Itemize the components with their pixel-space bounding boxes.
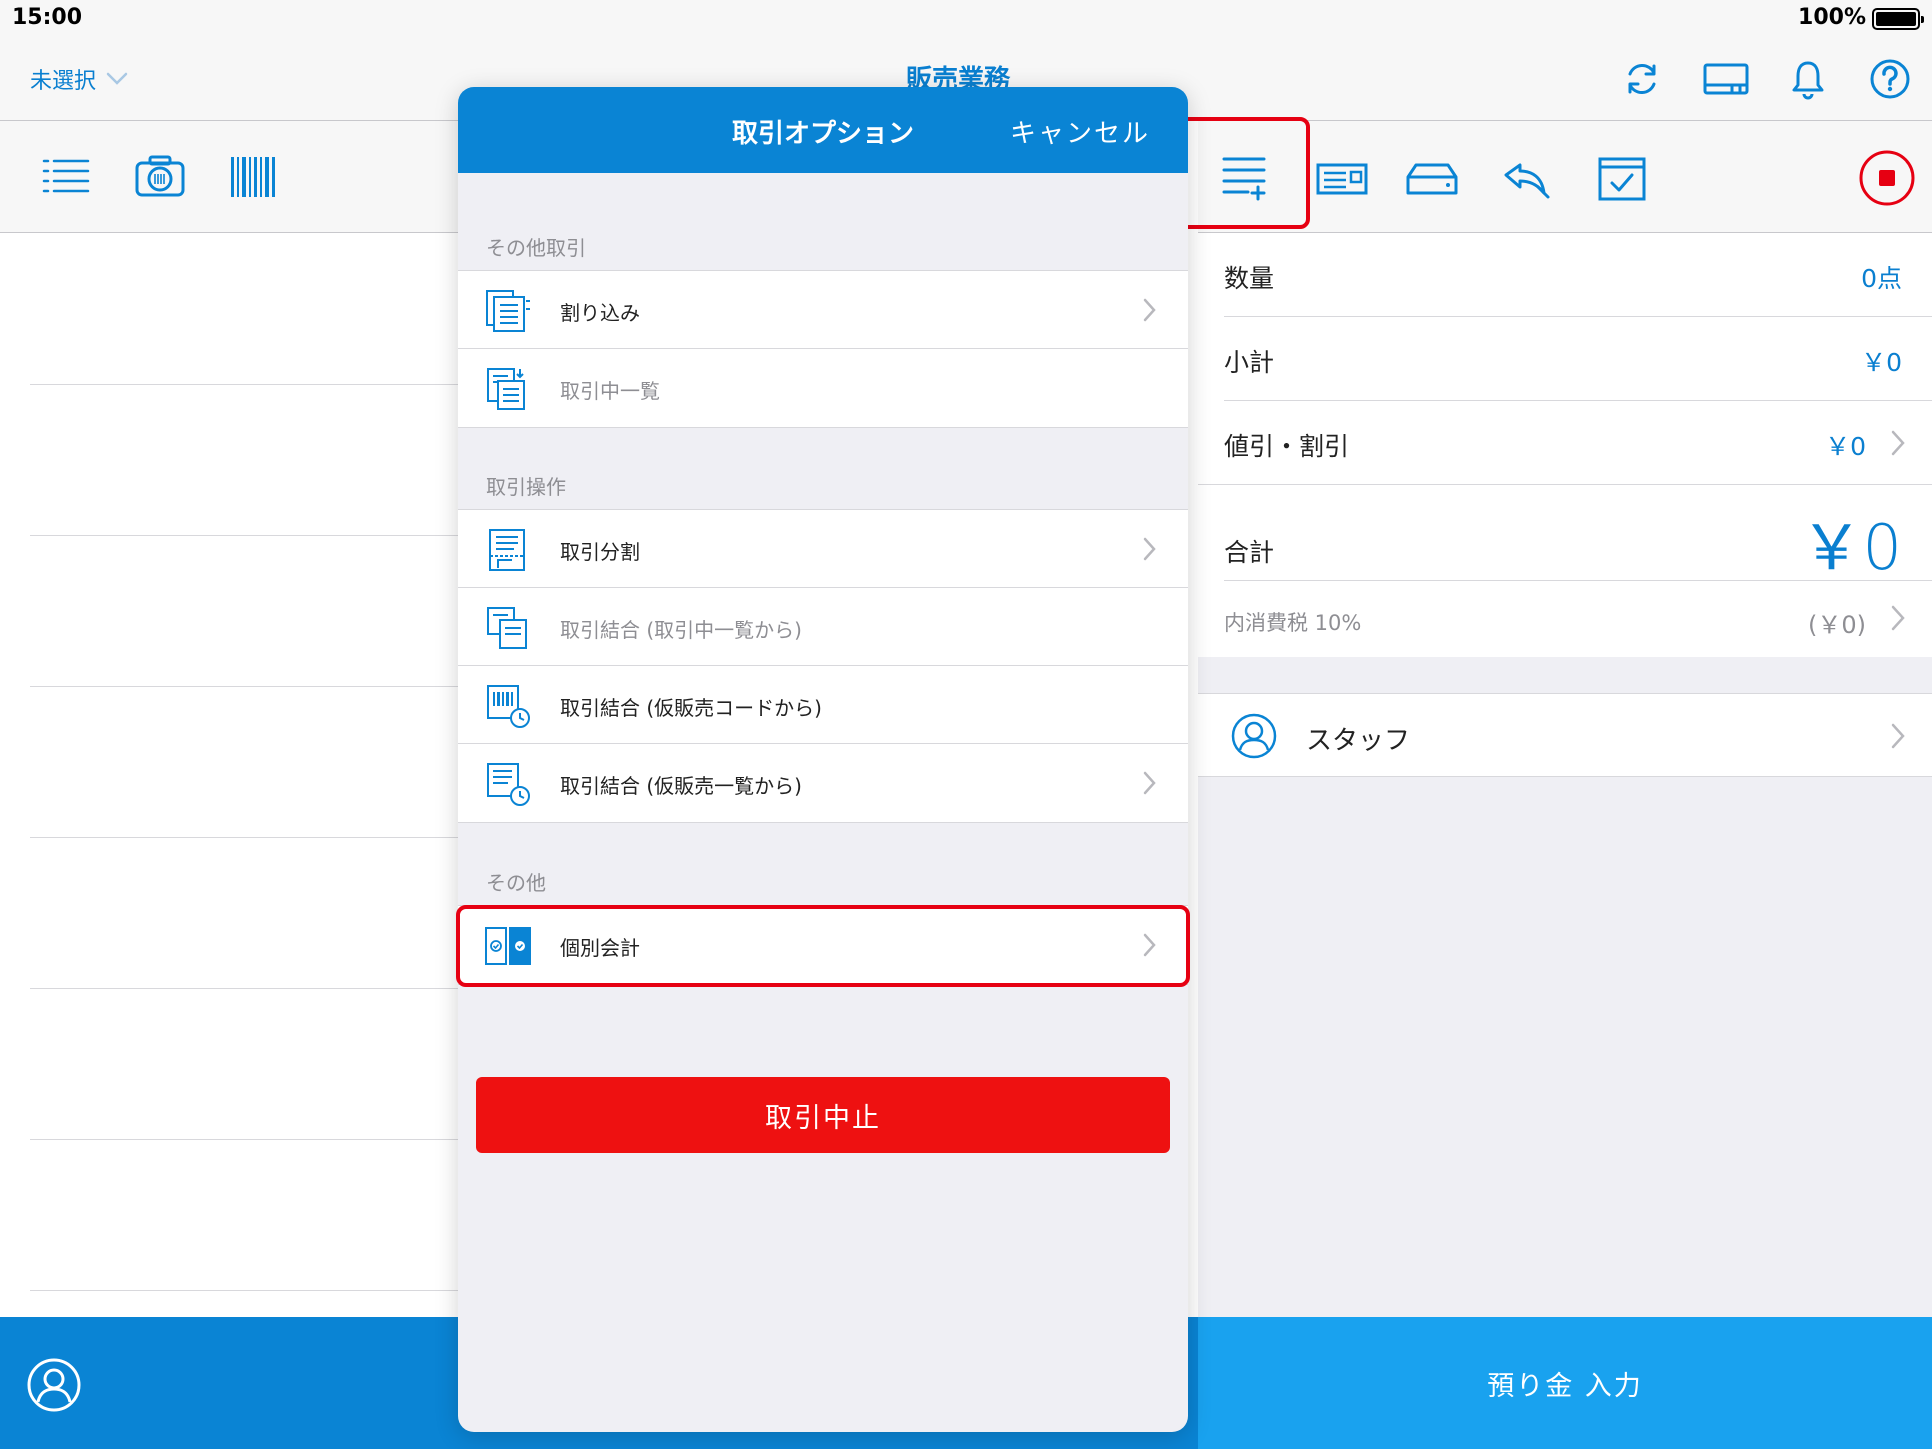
tax-label: 内消費税 10% bbox=[1224, 611, 1362, 635]
cash-drawer-icon[interactable] bbox=[1404, 153, 1460, 205]
menu-item-split[interactable]: 取引分割 bbox=[458, 510, 1188, 588]
list-divider bbox=[30, 384, 458, 385]
transaction-list-icon bbox=[487, 368, 525, 410]
menu-item-label: 取引中一覧 bbox=[560, 379, 660, 403]
menu-item-label: 取引結合 (仮販売コードから) bbox=[560, 696, 822, 720]
menu-item-transaction-list[interactable]: 取引中一覧 bbox=[458, 349, 1188, 427]
camera-scan-icon[interactable] bbox=[134, 151, 186, 203]
menu-item-label: 取引結合 (取引中一覧から) bbox=[560, 618, 802, 642]
battery-icon bbox=[1872, 8, 1924, 30]
menu-item-merge-from-list[interactable]: 取引結合 (取引中一覧から) bbox=[458, 588, 1188, 666]
deposit-input-button[interactable]: 預り金 入力 bbox=[1198, 1317, 1932, 1449]
split-icon bbox=[489, 529, 525, 571]
chevron-right-icon bbox=[1143, 537, 1156, 561]
staff-label: スタッフ bbox=[1306, 726, 1411, 756]
list-icon[interactable] bbox=[40, 151, 92, 203]
left-toolbar bbox=[0, 121, 458, 233]
section-title-transaction-ops: 取引操作 bbox=[486, 475, 566, 499]
menu-group-transaction-ops: 取引分割 取引結合 (取引中一覧から) 取引結合 (仮販売コードから) 取引結合… bbox=[458, 509, 1188, 823]
store-selector[interactable]: 未選択 bbox=[30, 63, 128, 95]
barcode-icon[interactable] bbox=[228, 151, 280, 203]
discount-label: 値引・割引 bbox=[1224, 432, 1350, 461]
total-row: 合計 ￥0 bbox=[1224, 485, 1932, 584]
bell-icon[interactable] bbox=[1786, 57, 1830, 101]
highlight-transaction-options bbox=[1178, 117, 1310, 229]
menu-group-other-transactions: 割り込み 取引中一覧 bbox=[458, 270, 1188, 428]
customer-display-icon[interactable] bbox=[1702, 57, 1750, 101]
subtotal-label: 小計 bbox=[1224, 348, 1275, 377]
stop-transaction-button[interactable]: 取引中止 bbox=[476, 1077, 1170, 1153]
total-label: 合計 bbox=[1224, 538, 1275, 567]
staff-icon bbox=[1231, 713, 1277, 759]
staff-row[interactable]: スタッフ bbox=[1198, 693, 1932, 777]
section-title-other: その他 bbox=[486, 871, 546, 895]
status-bar: 15:00 100% bbox=[0, 0, 1932, 37]
chevron-right-icon bbox=[1891, 723, 1905, 749]
menu-item-merge-from-code[interactable]: 取引結合 (仮販売コードから) bbox=[458, 666, 1188, 744]
transaction-options-modal: 取引オプション キャンセル その他取引 割り込み 取引中一覧 取引操作 取引分割… bbox=[458, 87, 1188, 1432]
list-divider bbox=[30, 1290, 458, 1291]
quantity-row: 数量 0点 bbox=[1224, 233, 1932, 317]
modal-header: 取引オプション キャンセル bbox=[458, 87, 1188, 173]
cancel-button[interactable]: キャンセル bbox=[1010, 113, 1150, 150]
store-selector-label: 未選択 bbox=[30, 69, 97, 94]
total-value: ￥0 bbox=[1800, 511, 1902, 584]
list-divider bbox=[30, 1139, 458, 1140]
tax-value: (￥0) bbox=[1808, 611, 1866, 639]
menu-item-interrupt[interactable]: 割り込み bbox=[458, 271, 1188, 349]
merge-barcode-icon bbox=[487, 685, 530, 728]
interrupt-icon bbox=[486, 290, 530, 332]
quantity-label: 数量 bbox=[1224, 264, 1275, 293]
chevron-right-icon bbox=[1891, 605, 1905, 631]
checkout-summary-panel: 数量 0点 小計 ￥0 値引・割引 ￥0 合計 ￥0 内消費税 10% (￥0)… bbox=[1198, 233, 1932, 1317]
list-divider bbox=[30, 837, 458, 838]
customer-avatar-icon[interactable] bbox=[26, 1357, 82, 1413]
highlight-separate-payment bbox=[456, 905, 1190, 987]
discount-value: ￥0 bbox=[1825, 432, 1866, 461]
chevron-right-icon bbox=[1143, 771, 1156, 795]
merge-icon bbox=[487, 607, 527, 649]
list-divider bbox=[30, 988, 458, 989]
summary-block: 数量 0点 小計 ￥0 値引・割引 ￥0 合計 ￥0 内消費税 10% (￥0) bbox=[1198, 233, 1932, 657]
help-icon[interactable] bbox=[1868, 57, 1912, 101]
item-list bbox=[0, 233, 458, 1317]
merge-list-icon bbox=[487, 763, 530, 806]
discount-row[interactable]: 値引・割引 ￥0 bbox=[1198, 401, 1932, 485]
menu-item-label: 取引分割 bbox=[560, 540, 640, 564]
tax-row[interactable]: 内消費税 10% (￥0) bbox=[1224, 581, 1932, 657]
chevron-down-icon bbox=[106, 72, 128, 85]
menu-item-merge-from-provisional[interactable]: 取引結合 (仮販売一覧から) bbox=[458, 744, 1188, 822]
sync-icon[interactable] bbox=[1620, 57, 1664, 101]
list-divider bbox=[30, 686, 458, 687]
quantity-value: 0点 bbox=[1861, 264, 1902, 293]
chevron-right-icon bbox=[1891, 430, 1905, 456]
receipt-icon[interactable] bbox=[1314, 153, 1370, 205]
battery-percentage: 100% bbox=[1798, 5, 1866, 30]
return-icon[interactable] bbox=[1498, 153, 1554, 205]
list-divider bbox=[30, 535, 458, 536]
section-title-other-transactions: その他取引 bbox=[486, 236, 586, 260]
subtotal-row: 小計 ￥0 bbox=[1224, 317, 1932, 401]
chevron-right-icon bbox=[1143, 298, 1156, 322]
subtotal-value: ￥0 bbox=[1861, 348, 1902, 377]
checklist-icon[interactable] bbox=[1594, 153, 1650, 205]
menu-item-label: 取引結合 (仮販売一覧から) bbox=[560, 774, 802, 798]
stop-recording-icon[interactable] bbox=[1858, 149, 1916, 207]
status-time: 15:00 bbox=[12, 5, 83, 30]
menu-item-label: 割り込み bbox=[560, 301, 640, 325]
